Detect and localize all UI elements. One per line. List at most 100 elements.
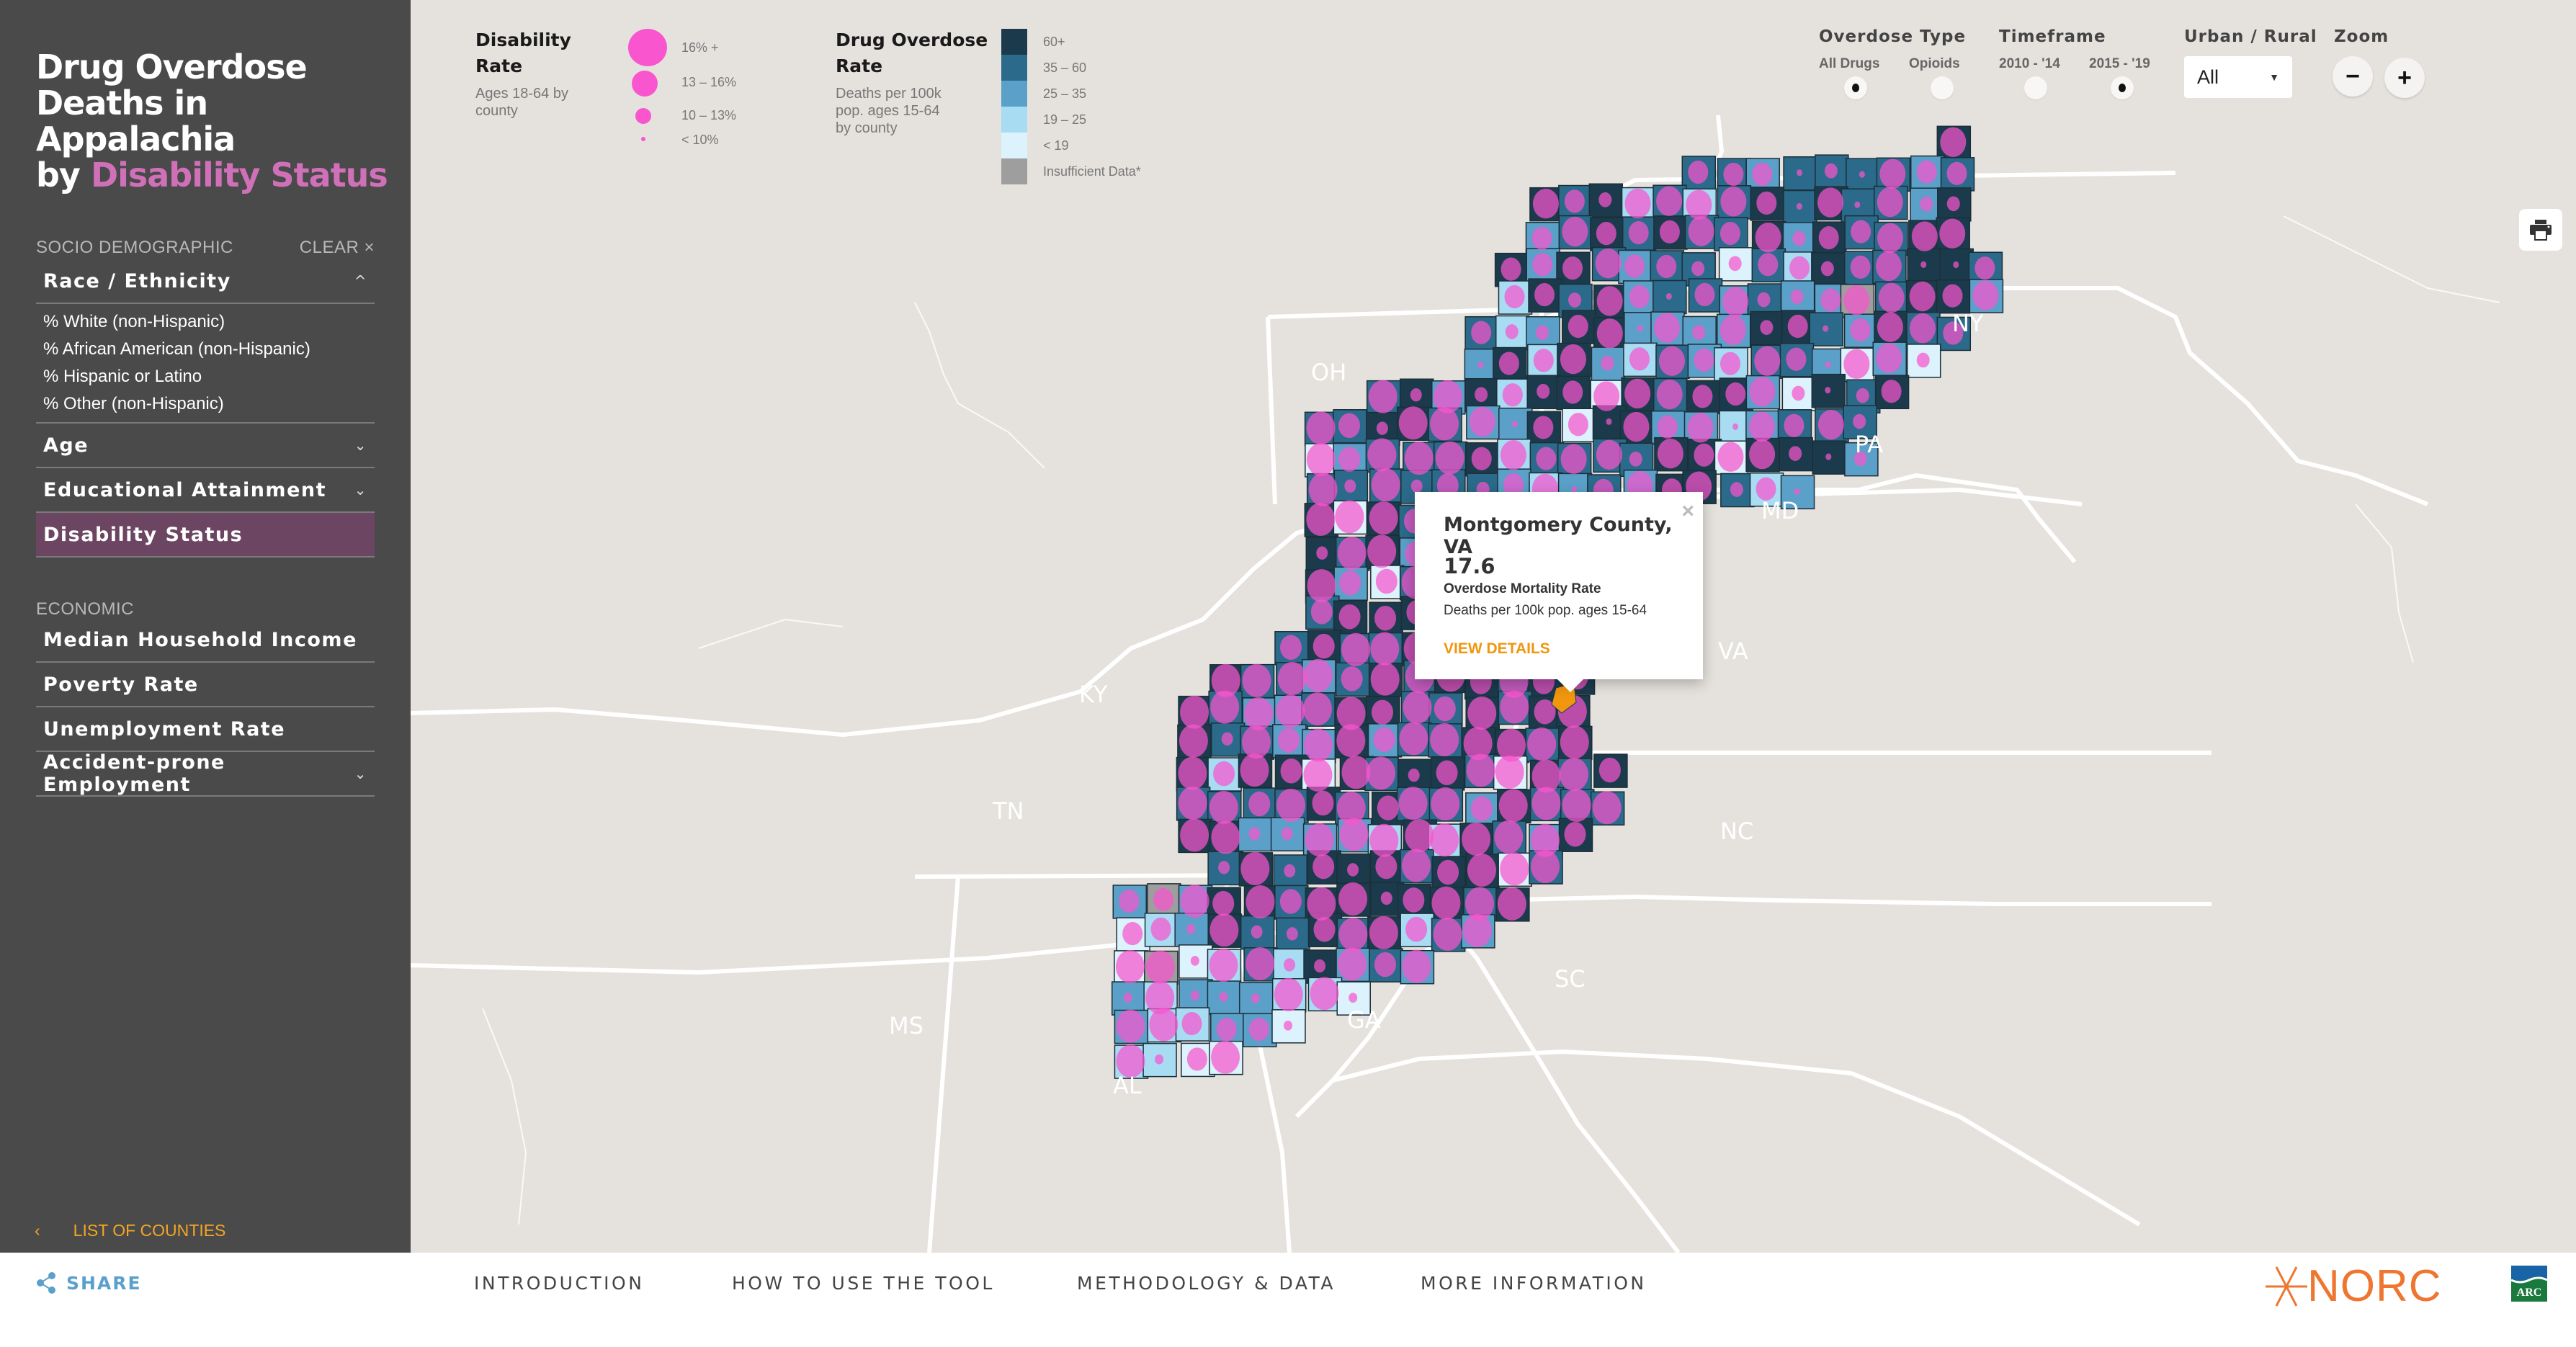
nav-how-to-use[interactable]: HOW TO USE THE TOOL xyxy=(732,1273,995,1294)
disability-bubble xyxy=(1624,188,1651,219)
arc-logo[interactable]: ARC xyxy=(2511,1266,2547,1302)
disability-bubble xyxy=(1248,1017,1269,1042)
disability-bubble xyxy=(1946,196,1960,212)
disability-bubble xyxy=(1475,387,1488,403)
disability-bubble xyxy=(1370,662,1400,696)
view-details-link[interactable]: VIEW DETAILS xyxy=(1444,640,1550,658)
menu-item-unemployment-rate[interactable]: Unemployment Rate xyxy=(36,707,375,752)
disability-bubble xyxy=(1692,385,1713,408)
menu-item-label: Disability Status xyxy=(43,523,243,546)
option-opioids-label: Opioids xyxy=(1909,56,1960,71)
disability-bubble xyxy=(1219,992,1228,1002)
disability-bubble xyxy=(1274,977,1303,1011)
disability-bubble xyxy=(1560,444,1587,475)
disability-bubble xyxy=(1374,952,1396,977)
disability-bubble xyxy=(1686,189,1712,220)
disability-bubble xyxy=(1533,416,1554,439)
disability-bubble xyxy=(1796,202,1802,210)
disability-bubble xyxy=(1399,722,1428,756)
disability-bubble xyxy=(1369,501,1398,535)
zoom-label: Zoom xyxy=(2334,27,2389,46)
disability-bubble xyxy=(1560,344,1586,375)
menu-item-age[interactable]: Age ⌄ xyxy=(36,424,375,468)
map-area[interactable]: Disability Rate Ages 18-64 by county 16%… xyxy=(411,0,2576,1253)
disability-bubble xyxy=(1307,887,1336,921)
disability-bubble xyxy=(1688,160,1709,184)
list-of-counties-link[interactable]: ‹ LIST OF COUNTIES xyxy=(35,1221,225,1240)
radio-opioids[interactable] xyxy=(1931,76,1954,99)
disability-bubble xyxy=(1376,421,1388,435)
disability-bubble xyxy=(1181,1011,1202,1036)
disability-bubble xyxy=(1248,827,1261,841)
radio-2015-19[interactable] xyxy=(2111,76,2134,99)
disability-bubble xyxy=(1344,479,1356,493)
menu-item-median-household-income[interactable]: Median Household Income xyxy=(36,618,375,663)
zoom-out-button[interactable]: − xyxy=(2333,56,2373,97)
submenu-item-other[interactable]: % Other (non-Hispanic) xyxy=(43,390,367,418)
disability-bubble xyxy=(1190,990,1199,1001)
disability-bubble xyxy=(1210,690,1240,724)
disability-bubble xyxy=(1825,453,1832,460)
state-label-ga: GA xyxy=(1347,1006,1381,1034)
overdose-type-label: Overdose Type xyxy=(1819,27,1967,46)
disability-bubble xyxy=(1314,959,1326,973)
disability-bubble xyxy=(1564,821,1586,847)
disability-bubble xyxy=(1306,411,1336,445)
disability-bubble xyxy=(1817,409,1844,440)
disability-bubble xyxy=(1403,690,1432,724)
printer-icon xyxy=(2530,220,2552,241)
disability-bubble xyxy=(1403,887,1425,913)
menu-item-accident-prone-employment[interactable]: Accident-prone Employment ⌄ xyxy=(36,751,375,797)
radio-2010-14[interactable] xyxy=(2024,76,2047,99)
disability-bubble xyxy=(1380,891,1392,905)
disability-bubble xyxy=(1284,864,1296,878)
radio-all-drugs[interactable] xyxy=(1844,76,1867,99)
disability-bubble xyxy=(1972,280,1999,310)
state-label-md: MD xyxy=(1761,497,1799,524)
norc-logo[interactable]: NORC xyxy=(2266,1264,2442,1309)
disability-bubble xyxy=(1369,916,1398,949)
menu-item-disability-status[interactable]: Disability Status xyxy=(36,513,375,558)
disability-bubble xyxy=(1245,947,1275,980)
disability-bubble xyxy=(1856,388,1869,403)
title-line-1: Drug Overdose xyxy=(36,48,308,86)
submenu-item-white[interactable]: % White (non-Hispanic) xyxy=(43,308,367,336)
disability-bubble xyxy=(1431,787,1460,820)
nav-introduction[interactable]: INTRODUCTION xyxy=(474,1273,644,1294)
disability-bubble xyxy=(1562,216,1588,247)
disability-bubble xyxy=(1593,381,1620,411)
disability-bubble xyxy=(1306,442,1336,476)
disability-bubble xyxy=(1500,440,1526,470)
menu-item-poverty-rate[interactable]: Poverty Rate xyxy=(36,663,375,707)
disability-bubble xyxy=(1877,312,1903,342)
disability-bubble xyxy=(1659,220,1680,244)
ms-al-border xyxy=(927,876,960,1253)
disability-bubble xyxy=(1410,479,1423,493)
disability-bubble xyxy=(1209,948,1238,982)
disability-bubble xyxy=(1501,257,1521,281)
nav-methodology-data[interactable]: METHODOLOGY & DATA xyxy=(1077,1273,1336,1294)
print-button[interactable] xyxy=(2519,209,2562,251)
disability-bubble xyxy=(1308,473,1338,506)
urban-rural-select[interactable]: All ▼ xyxy=(2184,56,2292,98)
disability-bubble xyxy=(1789,446,1802,461)
submenu-item-african-american[interactable]: % African American (non-Hispanic) xyxy=(43,336,367,363)
disability-bubble xyxy=(1596,286,1623,316)
overdose-legend-subtitle: Deaths per 100k pop. ages 15-64 by count… xyxy=(836,86,942,136)
disability-bubble xyxy=(1792,385,1805,401)
menu-item-race-ethnicity[interactable]: Race / Ethnicity ^ xyxy=(36,259,375,304)
disability-bubble xyxy=(1186,923,1196,934)
zoom-in-button[interactable]: + xyxy=(2384,58,2425,98)
submenu-item-hispanic[interactable]: % Hispanic or Latino xyxy=(43,363,367,390)
oh-west-border xyxy=(1266,316,1277,505)
disability-bubble xyxy=(1339,570,1361,596)
disability-bubble xyxy=(1371,699,1393,725)
nav-more-information[interactable]: MORE INFORMATION xyxy=(1421,1273,1647,1294)
disability-bubble xyxy=(1596,318,1623,349)
disability-bubble xyxy=(1306,502,1336,536)
disability-bubble xyxy=(1347,863,1359,877)
menu-item-educational-attainment[interactable]: Educational Attainment ⌄ xyxy=(36,468,375,513)
clear-button[interactable]: CLEAR × xyxy=(300,238,375,258)
share-button[interactable]: SHARE xyxy=(36,1271,142,1294)
disability-bubble xyxy=(1534,283,1555,307)
